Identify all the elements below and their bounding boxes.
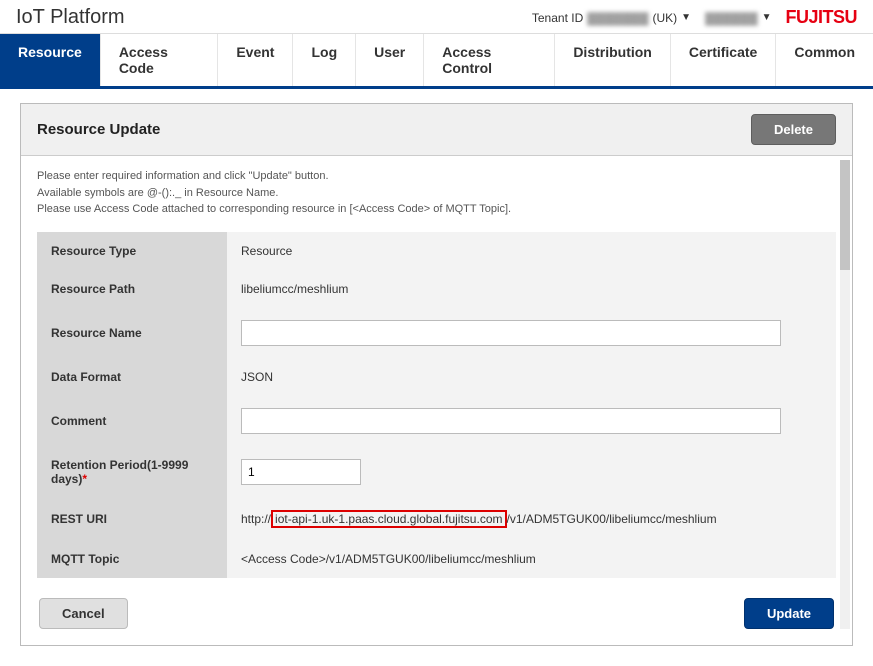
row-resource-type: Resource Type Resource bbox=[37, 232, 836, 270]
resource-update-panel: Resource Update Delete Please enter requ… bbox=[20, 103, 853, 646]
row-rest-uri: REST URI http://iot-api-1.uk-1.paas.clou… bbox=[37, 498, 836, 540]
tenant-label: Tenant ID bbox=[532, 11, 583, 25]
instruction-line: Please use Access Code attached to corre… bbox=[37, 201, 836, 218]
retention-label-text: Retention Period(1-9999 days) bbox=[51, 458, 188, 486]
label-rest-uri: REST URI bbox=[37, 498, 227, 540]
instructions: Please enter required information and cl… bbox=[37, 168, 836, 218]
tab-event[interactable]: Event bbox=[218, 34, 293, 86]
retention-input[interactable] bbox=[241, 459, 361, 485]
tenant-id-obscured: ▓▓▓▓▓▓▓ bbox=[587, 11, 648, 25]
panel-body: Please enter required information and cl… bbox=[21, 156, 852, 645]
comment-input[interactable] bbox=[241, 408, 781, 434]
tab-access-control[interactable]: Access Control bbox=[424, 34, 555, 86]
required-asterisk: * bbox=[82, 472, 87, 486]
row-mqtt: MQTT Topic <Access Code>/v1/ADM5TGUK00/l… bbox=[37, 540, 836, 578]
footer-buttons: Cancel Update bbox=[37, 598, 836, 629]
row-resource-path: Resource Path libeliumcc/meshlium bbox=[37, 270, 836, 308]
user-selector[interactable]: ▓▓▓▓▓▓ ▼ bbox=[705, 11, 771, 25]
value-rest-uri: http://iot-api-1.uk-1.paas.cloud.global.… bbox=[227, 498, 836, 540]
user-name-obscured: ▓▓▓▓▓▓ bbox=[705, 11, 758, 25]
rest-uri-suffix: /v1/ADM5TGUK00/libeliumcc/meshlium bbox=[507, 512, 717, 526]
panel-header: Resource Update Delete bbox=[21, 104, 852, 156]
instruction-line: Please enter required information and cl… bbox=[37, 168, 836, 185]
tab-certificate[interactable]: Certificate bbox=[671, 34, 776, 86]
rest-uri-prefix: http:// bbox=[241, 512, 271, 526]
resource-name-input[interactable] bbox=[241, 320, 781, 346]
value-mqtt: <Access Code>/v1/ADM5TGUK00/libeliumcc/m… bbox=[227, 540, 836, 578]
header-right: Tenant ID ▓▓▓▓▓▓▓ (UK) ▼ ▓▓▓▓▓▓ ▼ FUJITS… bbox=[532, 7, 857, 28]
tab-common[interactable]: Common bbox=[776, 34, 873, 86]
label-resource-name: Resource Name bbox=[37, 308, 227, 358]
scrollbar-track[interactable] bbox=[840, 160, 850, 629]
tab-log[interactable]: Log bbox=[293, 34, 356, 86]
value-retention bbox=[227, 446, 836, 498]
nav-tabs: Resource Access Code Event Log User Acce… bbox=[0, 34, 873, 89]
label-data-format: Data Format bbox=[37, 358, 227, 396]
value-resource-name bbox=[227, 308, 836, 358]
app-logo: IoT Platform bbox=[16, 6, 125, 29]
form-table: Resource Type Resource Resource Path lib… bbox=[37, 232, 836, 578]
tenant-selector[interactable]: Tenant ID ▓▓▓▓▓▓▓ (UK) ▼ bbox=[532, 11, 691, 25]
chevron-down-icon: ▼ bbox=[762, 12, 772, 23]
scrollbar-thumb[interactable] bbox=[840, 160, 850, 270]
tenant-region: (UK) bbox=[653, 11, 678, 25]
label-comment: Comment bbox=[37, 396, 227, 446]
label-mqtt: MQTT Topic bbox=[37, 540, 227, 578]
panel-title: Resource Update bbox=[37, 121, 160, 138]
value-resource-type: Resource bbox=[227, 232, 836, 270]
brand-logo: FUJITSU bbox=[785, 7, 857, 28]
value-resource-path: libeliumcc/meshlium bbox=[227, 270, 836, 308]
row-data-format: Data Format JSON bbox=[37, 358, 836, 396]
update-button[interactable]: Update bbox=[744, 598, 834, 629]
rest-uri-host-highlight: iot-api-1.uk-1.paas.cloud.global.fujitsu… bbox=[271, 510, 506, 528]
app-header: IoT Platform Tenant ID ▓▓▓▓▓▓▓ (UK) ▼ ▓▓… bbox=[0, 0, 873, 34]
row-comment: Comment bbox=[37, 396, 836, 446]
row-resource-name: Resource Name bbox=[37, 308, 836, 358]
tab-resource[interactable]: Resource bbox=[0, 34, 101, 86]
label-resource-path: Resource Path bbox=[37, 270, 227, 308]
delete-button[interactable]: Delete bbox=[751, 114, 836, 145]
cancel-button[interactable]: Cancel bbox=[39, 598, 128, 629]
instruction-line: Available symbols are @-():._ in Resourc… bbox=[37, 185, 836, 202]
tab-distribution[interactable]: Distribution bbox=[555, 34, 671, 86]
value-comment bbox=[227, 396, 836, 446]
tab-access-code[interactable]: Access Code bbox=[101, 34, 219, 86]
value-data-format: JSON bbox=[227, 358, 836, 396]
row-retention: Retention Period(1-9999 days)* bbox=[37, 446, 836, 498]
content-area: Resource Update Delete Please enter requ… bbox=[0, 89, 873, 666]
tab-user[interactable]: User bbox=[356, 34, 424, 86]
chevron-down-icon: ▼ bbox=[681, 12, 691, 23]
label-resource-type: Resource Type bbox=[37, 232, 227, 270]
label-retention: Retention Period(1-9999 days)* bbox=[37, 446, 227, 498]
